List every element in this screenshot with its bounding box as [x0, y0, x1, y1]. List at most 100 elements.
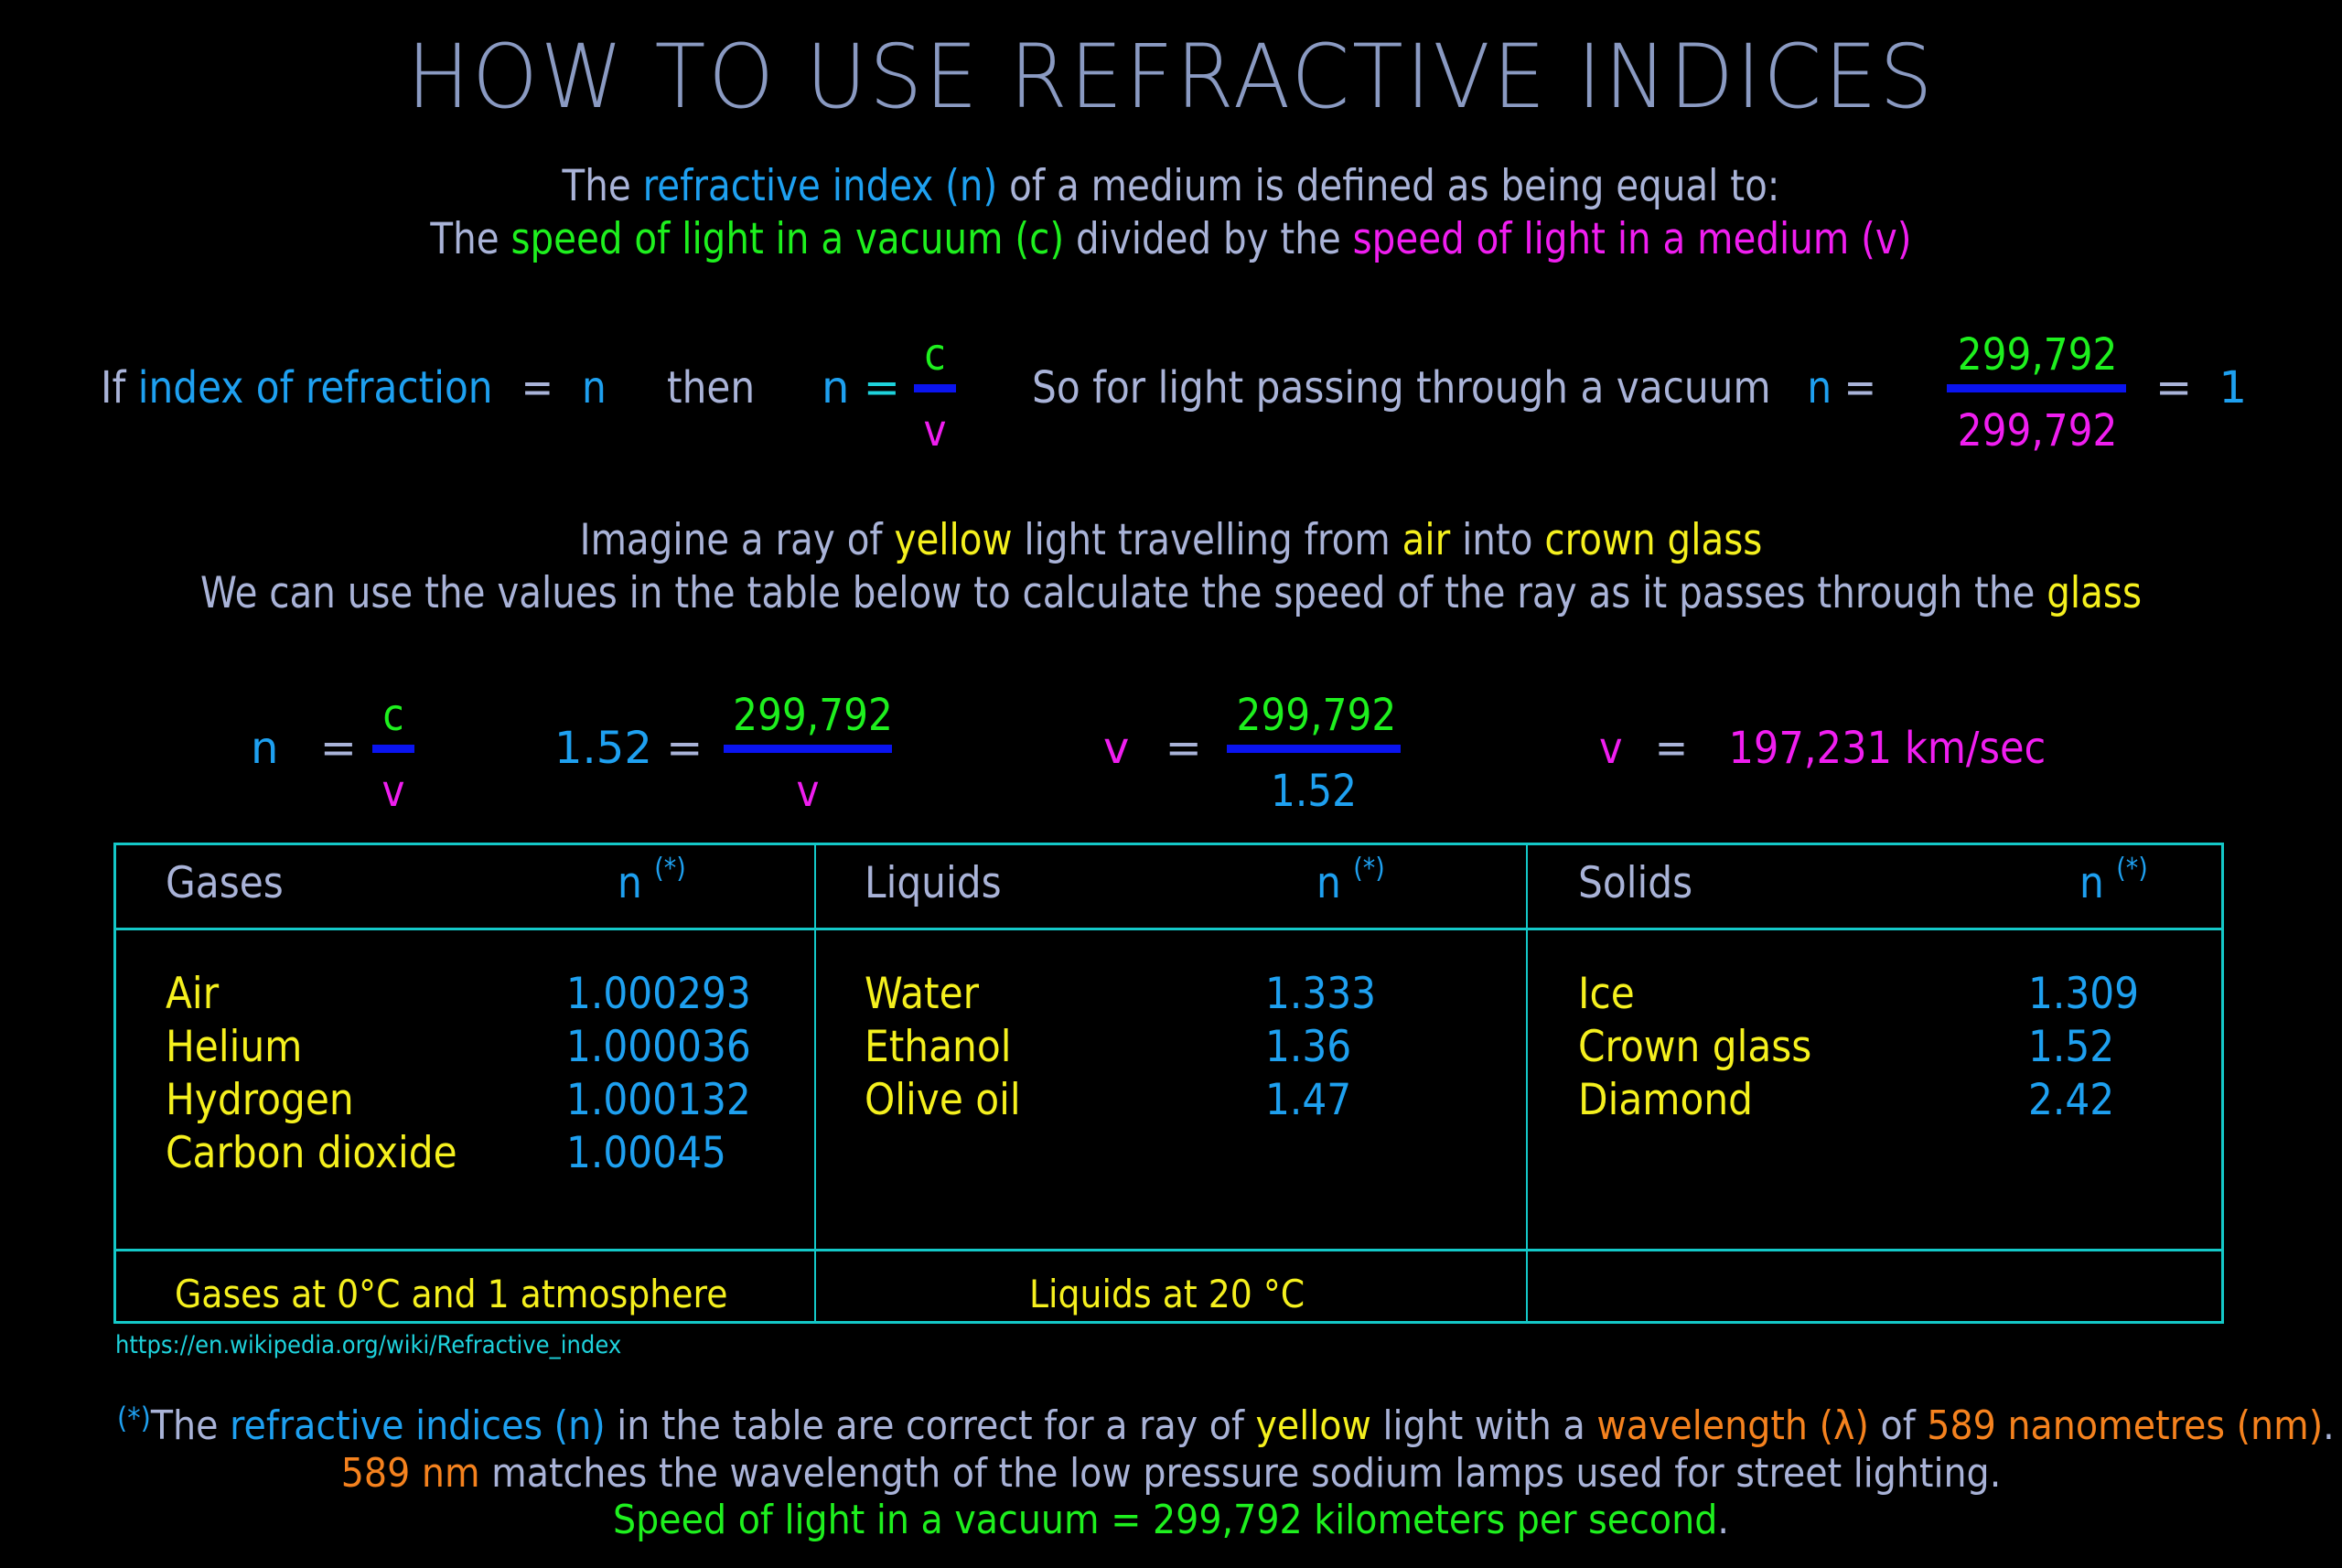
asterisk-note: (*)	[654, 853, 686, 885]
highlight-yellow: yellow	[1255, 1402, 1371, 1449]
liquids-names: Water Ethanol Olive oil	[865, 968, 1021, 1127]
denominator: v	[923, 405, 947, 456]
n-label: n	[618, 858, 642, 908]
vacuum-result: = 1	[2155, 362, 2247, 413]
table-row-name: Crown glass	[1578, 1022, 1812, 1072]
fraction-bar	[1947, 384, 2126, 392]
wavelength-term: wavelength (λ)	[1596, 1402, 1869, 1449]
definition-line-1: The refractive index (n) of a medium is …	[164, 161, 2178, 211]
text: matches the wavelength of the low pressu…	[479, 1450, 2002, 1497]
text: We can use the values in the table below…	[199, 568, 2047, 618]
speed-of-light-note: Speed of light in a vacuum = 299,792 kil…	[612, 1497, 1718, 1543]
v-symbol: v	[1599, 723, 1623, 774]
column-header-liquids: Liquids	[865, 858, 1002, 908]
calc-step-1-lhs: n =	[251, 723, 357, 774]
text: The	[562, 161, 643, 211]
wavelength-value: 589 nanometres (nm)	[1927, 1402, 2324, 1449]
equals-sign: =	[1654, 723, 1689, 774]
highlight-crown-glass: crown glass	[1544, 515, 1763, 565]
table-row-name: Carbon dioxide	[166, 1128, 457, 1178]
fraction-bar	[1227, 745, 1401, 753]
source-link[interactable]: https://en.wikipedia.org/wiki/Refractive…	[115, 1331, 621, 1359]
calc-step-2-fraction: 299,792 v	[723, 690, 893, 817]
column-divider	[814, 845, 816, 1321]
equals-sign: =	[319, 723, 357, 774]
table-row-name: Hydrogen	[166, 1075, 354, 1125]
highlight-glass: glass	[2047, 568, 2143, 618]
table-row-value: 1.000132	[566, 1075, 751, 1125]
asterisk-note: (*)	[1353, 853, 1385, 885]
n-symbol: n	[251, 723, 279, 774]
table-row-value: 1.000036	[566, 1022, 751, 1072]
denominator: v	[381, 766, 405, 817]
asterisk-note: (*)	[2116, 853, 2148, 885]
numerator: 299,792	[733, 690, 893, 741]
calc-step-4: v = 197,231 km/sec	[1599, 723, 2046, 774]
calc-step-1-fraction: c v	[370, 690, 417, 817]
equals-sign: =	[1165, 723, 1202, 774]
fraction-bar	[914, 384, 956, 392]
table-row-value: 2.42	[2028, 1075, 2115, 1125]
text: into	[1450, 515, 1545, 565]
table-row-name: Ethanol	[865, 1022, 1012, 1072]
text: divided by the	[1064, 214, 1353, 264]
definition-line-2: The speed of light in a vacuum (c) divid…	[164, 214, 2178, 264]
highlight-yellow: yellow	[894, 515, 1013, 565]
fraction-bar	[372, 745, 414, 753]
imagine-line-1: Imagine a ray of yellow light travelling…	[164, 515, 2178, 565]
equals-sign: =	[1843, 362, 1877, 413]
liquids-footer: Liquids at 20 °C	[1029, 1272, 1305, 1316]
text: light travelling from	[1012, 515, 1402, 565]
fraction-c-over-v: c v	[911, 329, 959, 456]
equals-sign: =	[521, 362, 553, 413]
numerator: c	[382, 690, 404, 741]
n-symbol: n	[582, 362, 607, 413]
gases-names: Air Helium Hydrogen Carbon dioxide	[166, 968, 457, 1180]
text: The	[430, 214, 511, 264]
table-row-name: Olive oil	[865, 1075, 1021, 1125]
text: of	[1868, 1402, 1928, 1449]
header-divider	[116, 928, 2221, 930]
speed-result: 197,231 km/sec	[1728, 723, 2047, 774]
text: .	[2323, 1402, 2335, 1449]
text: So for light passing through a vacuum	[1032, 362, 1771, 413]
table-row-name: Helium	[166, 1022, 303, 1072]
numerator: 299,792	[1957, 329, 2118, 381]
table-row-value: 1.000293	[566, 969, 751, 1019]
highlight-air: air	[1402, 515, 1451, 565]
numerator: c	[924, 329, 946, 381]
text: of a medium is defined as being equal to…	[997, 161, 1780, 211]
formula-n-eq: n =	[822, 362, 900, 413]
text: .	[1717, 1497, 1730, 1543]
n-value: 1.52	[554, 723, 652, 774]
index-label: index of refraction	[137, 362, 493, 413]
table-row-name: Ice	[1578, 969, 1635, 1019]
calc-step-2-lhs: 1.52 =	[554, 723, 703, 774]
n-symbol: n	[1807, 362, 1832, 413]
fraction-bar	[724, 745, 892, 753]
column-header-gases: Gases	[166, 858, 284, 908]
equals-sign: =	[2155, 362, 2193, 413]
equals-sign: =	[863, 362, 900, 413]
text: light with a	[1370, 1402, 1597, 1449]
table-row-value: 1.309	[2028, 969, 2140, 1019]
footnote-line-2: 589 nm matches the wavelength of the low…	[117, 1450, 2225, 1497]
gases-values: 1.000293 1.000036 1.000132 1.00045	[566, 968, 751, 1180]
result-value: 1	[2218, 362, 2248, 413]
gases-footer: Gases at 0°C and 1 atmosphere	[175, 1272, 728, 1316]
n-header: n (*)	[2079, 853, 2148, 908]
n-symbol: n	[822, 362, 850, 413]
table-row-value: 1.52	[2028, 1022, 2115, 1072]
n-label: n	[2079, 858, 2104, 908]
solids-names: Ice Crown glass Diamond	[1578, 968, 1811, 1127]
vacuum-text: So for light passing through a vacuum n …	[1032, 362, 1876, 413]
table-row-value: 1.36	[1265, 1022, 1352, 1072]
table-row-name: Air	[166, 969, 220, 1019]
table-row-value: 1.333	[1265, 969, 1377, 1019]
table-row-value: 1.47	[1265, 1075, 1352, 1125]
column-divider	[1526, 845, 1528, 1321]
column-header-solids: Solids	[1578, 858, 1693, 908]
equals-sign: =	[666, 723, 704, 774]
solids-values: 1.309 1.52 2.42	[2028, 968, 2139, 1127]
n-header: n (*)	[1316, 853, 1385, 908]
